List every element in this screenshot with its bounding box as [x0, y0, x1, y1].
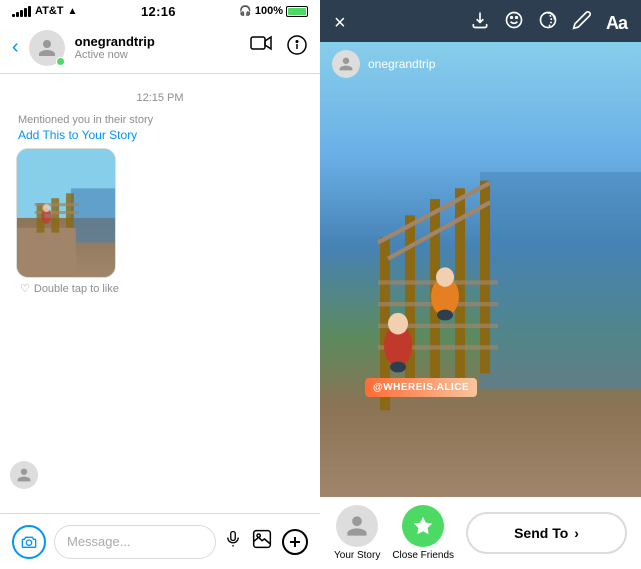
input-bar: Message...	[0, 513, 320, 569]
online-indicator	[56, 57, 65, 66]
info-icon[interactable]	[286, 34, 308, 62]
close-friends-label: Close Friends	[392, 550, 454, 561]
camera-button[interactable]	[12, 525, 46, 559]
draw-icon[interactable]	[572, 10, 592, 36]
heart-icon: ♡	[20, 282, 30, 295]
send-to-label: Send To	[514, 525, 568, 541]
double-tap-label: ♡ Double tap to like	[16, 282, 304, 295]
sticker-tag: @WHEREIS.ALICE	[365, 378, 477, 397]
battery-percent: 100%	[255, 5, 283, 17]
input-icons	[224, 529, 308, 555]
toolbar-right: Aa	[470, 10, 627, 36]
status-bar: AT&T ▲ 12:16 🎧 100%	[0, 0, 320, 22]
nav-bar: ‹ onegrandtrip Active now	[0, 22, 320, 74]
wifi-icon: ▲	[68, 6, 78, 17]
story-image: @WHEREIS.ALICE	[320, 42, 641, 497]
your-story-label: Your Story	[334, 550, 380, 561]
download-icon[interactable]	[470, 10, 490, 36]
story-thumbnail[interactable]	[16, 148, 116, 278]
toolbar-left: ×	[334, 12, 346, 35]
story-content: onegrandtrip	[320, 42, 641, 497]
battery-info: 🎧 100%	[239, 5, 308, 17]
message-placeholder: Message...	[67, 534, 131, 549]
gallery-icon[interactable]	[252, 529, 272, 554]
story-toolbar: ×	[320, 0, 641, 42]
message-wrapper: Mentioned you in their story Add This to…	[16, 114, 304, 295]
close-icon[interactable]: ×	[334, 12, 346, 34]
close-friends-button[interactable]	[402, 505, 444, 547]
send-to-button[interactable]: Send To ›	[466, 512, 627, 554]
signal-icon	[12, 6, 31, 17]
story-username: onegrandtrip	[368, 57, 435, 71]
sticker-icon[interactable]	[538, 10, 558, 36]
your-story-avatar	[336, 505, 378, 547]
mic-icon[interactable]	[224, 530, 242, 553]
left-panel: AT&T ▲ 12:16 🎧 100% ‹ onegrandtrip Activ…	[0, 0, 320, 569]
chat-area: 12:15 PM Mentioned you in their story Ad…	[0, 74, 320, 513]
own-avatar	[10, 461, 38, 489]
emoji-icon[interactable]	[504, 10, 524, 36]
user-status: Active now	[75, 49, 240, 61]
story-user-row: onegrandtrip	[320, 42, 447, 86]
nav-icons	[250, 34, 308, 62]
mention-text: Mentioned you in their story	[16, 114, 304, 126]
timestamp: 12:15 PM	[16, 92, 304, 104]
message-input[interactable]: Message...	[54, 525, 216, 559]
close-friends-action[interactable]: Close Friends	[392, 505, 454, 561]
username: onegrandtrip	[75, 34, 240, 49]
story-bottom: Your Story Close Friends Send To ›	[320, 497, 641, 569]
clock: 12:16	[141, 4, 176, 19]
plus-button[interactable]	[282, 529, 308, 555]
headphone-icon: 🎧	[239, 6, 251, 17]
add-story-link[interactable]: Add This to Your Story	[16, 128, 304, 142]
story-avatar	[332, 50, 360, 78]
battery-icon	[286, 6, 308, 17]
carrier-label: AT&T	[35, 5, 64, 17]
right-panel: ×	[320, 0, 641, 569]
video-call-icon[interactable]	[250, 34, 272, 62]
carrier-info: AT&T ▲	[12, 5, 77, 17]
sticker-text: @WHEREIS.ALICE	[373, 382, 469, 393]
your-story-action[interactable]: Your Story	[334, 505, 380, 561]
chevron-right-icon: ›	[574, 525, 579, 541]
user-info: onegrandtrip Active now	[75, 34, 240, 61]
back-button[interactable]: ‹	[12, 36, 19, 59]
text-tool-icon[interactable]: Aa	[606, 13, 627, 34]
avatar	[29, 30, 65, 66]
